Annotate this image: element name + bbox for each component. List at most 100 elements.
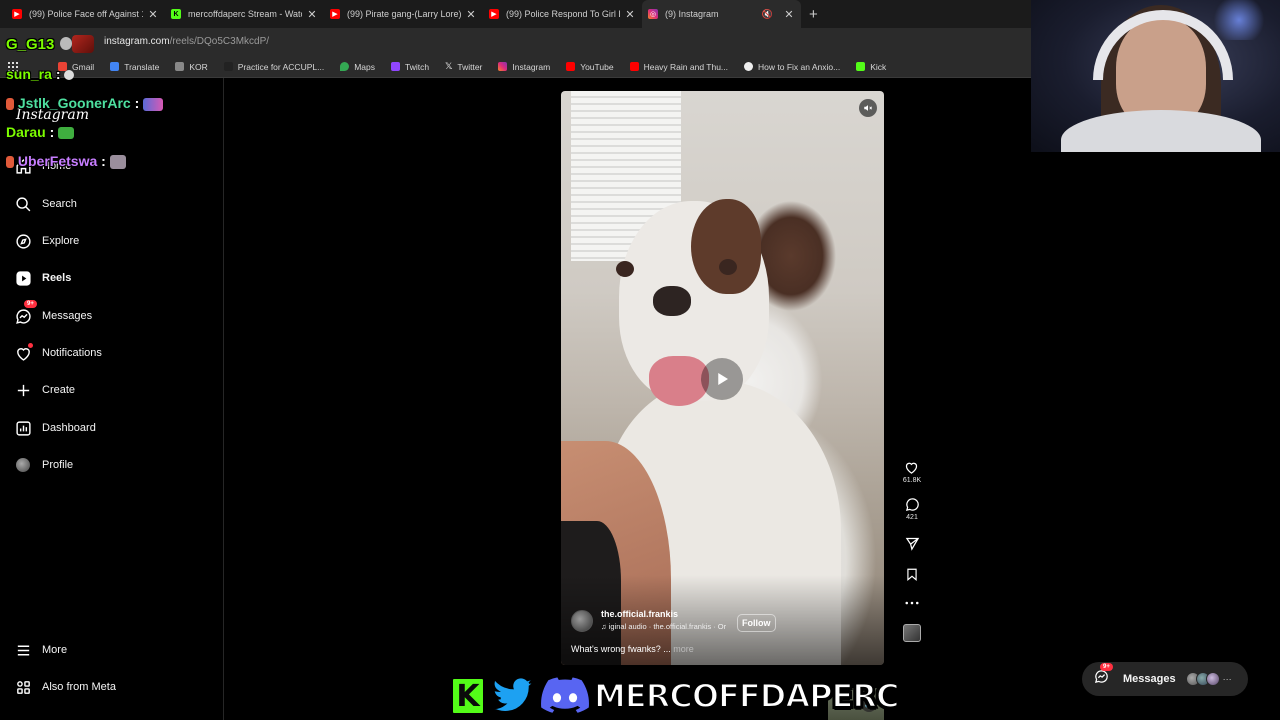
- messages-button[interactable]: 9+ Messages ···: [1082, 662, 1248, 696]
- audio-thumbnail[interactable]: [903, 624, 921, 642]
- address-bar[interactable]: instagram.com/reels/DQo5C3MkcdP/: [0, 28, 1031, 56]
- tab-title: (99) Pirate gang-(Larry Lore) - Y: [347, 9, 461, 19]
- sidebar-item-explore[interactable]: Explore: [14, 229, 79, 253]
- youtube-icon: ▶: [12, 9, 22, 19]
- close-tab-icon[interactable]: ✕: [147, 8, 159, 21]
- kick-icon: [856, 62, 866, 71]
- mute-icon[interactable]: [859, 99, 877, 117]
- bookmark-maps[interactable]: Maps: [340, 62, 375, 72]
- comment-count: 421: [906, 514, 918, 521]
- bookmarks-bar: Gmail Translate KOR Practice for ACCUPL.…: [0, 56, 1031, 78]
- kor-icon: [175, 62, 185, 71]
- search-icon: [14, 195, 32, 213]
- reel-author-username[interactable]: the.official.frankis: [601, 609, 678, 619]
- translate-icon: [110, 62, 120, 71]
- like-count: 61.8K: [902, 477, 922, 484]
- sidebar-item-search[interactable]: Search: [14, 192, 77, 216]
- bookmark-icon: [907, 568, 917, 582]
- browser-tab-2[interactable]: K mercoffdaperc Stream - Watch ✕: [165, 0, 324, 28]
- close-tab-icon[interactable]: ✕: [624, 8, 636, 21]
- youtube-icon: ▶: [330, 9, 340, 19]
- sidebar-item-notifications[interactable]: Notifications: [14, 341, 102, 365]
- plus-icon: [14, 381, 32, 399]
- comment-button[interactable]: 421: [905, 497, 920, 521]
- close-tab-icon[interactable]: ✕: [306, 8, 318, 21]
- chat-message: Darau :: [6, 124, 75, 140]
- streamer-webcam: [1031, 0, 1280, 152]
- sidebar-item-messages[interactable]: 9+ Messages: [14, 300, 92, 328]
- reel-author-avatar[interactable]: [571, 610, 593, 632]
- menu-icon: [14, 641, 32, 659]
- messenger-icon: 9+: [14, 300, 37, 325]
- caption-more-link[interactable]: more: [673, 644, 694, 654]
- emote-icon: [60, 37, 72, 50]
- sidebar-item-create[interactable]: Create: [14, 378, 75, 402]
- compass-icon: [14, 232, 32, 250]
- emote-icon: [143, 97, 164, 111]
- streamer-name: MERCOFFDAPERC: [593, 676, 901, 716]
- reel-video[interactable]: the.official.frankis ♫ iginal audio · th…: [561, 91, 884, 665]
- youtube-icon: [566, 62, 576, 71]
- more-options-button[interactable]: [905, 600, 919, 606]
- tab-title: (9) Instagram: [665, 9, 719, 19]
- twitter-bird-icon: [491, 676, 536, 713]
- chat-user: sun_ra: [6, 66, 52, 82]
- chat-message: UberFetswa :: [6, 153, 126, 170]
- bookmark-youtube[interactable]: YouTube: [566, 62, 614, 72]
- browser-tab-3[interactable]: ▶ (99) Pirate gang-(Larry Lore) - Y ✕: [324, 0, 483, 28]
- browser-tab-1[interactable]: ▶ (99) Police Face off Against 10- ✕: [6, 0, 165, 28]
- save-button[interactable]: [905, 567, 919, 582]
- browser-tab-instagram[interactable]: ◎ (9) Instagram 🔇 ✕: [642, 0, 801, 28]
- messages-badge: 9+: [24, 300, 37, 308]
- close-tab-icon[interactable]: ✕: [783, 8, 795, 21]
- instagram-icon: [498, 62, 508, 71]
- sidebar-item-profile[interactable]: Profile: [14, 453, 73, 477]
- comment-icon: [905, 498, 919, 512]
- tab-title: mercoffdaperc Stream - Watch: [188, 9, 302, 19]
- youtube-icon: [629, 62, 639, 71]
- bookmark-practice[interactable]: Practice for ACCUPL...: [223, 62, 324, 72]
- chat-message: Jstlk_GoonerArc :: [6, 95, 164, 111]
- kick-logo-icon: K: [450, 676, 486, 716]
- bookmark-twitch[interactable]: Twitch: [391, 62, 429, 72]
- reel-audio-label[interactable]: ♫ iginal audio · the.official.frankis · …: [601, 622, 736, 631]
- messenger-icon: 9+: [1094, 663, 1113, 689]
- bookmark-heavy-rain[interactable]: Heavy Rain and Thu...: [629, 62, 728, 72]
- bookmark-kick[interactable]: Kick: [856, 62, 886, 72]
- chat-user: Jstlk_GoonerArc: [17, 95, 131, 111]
- globe-icon: [744, 62, 754, 71]
- bookmark-instagram[interactable]: Instagram: [498, 62, 550, 72]
- browser-tab-bar: ▶ (99) Police Face off Against 10- ✕ K m…: [0, 0, 1031, 28]
- sidebar-item-also-from-meta[interactable]: Also from Meta: [14, 675, 116, 699]
- bookmark-anxiety[interactable]: How to Fix an Anxio...: [744, 62, 840, 72]
- audio-avatar: [903, 624, 921, 642]
- instagram-icon: ◎: [648, 9, 658, 19]
- follow-button[interactable]: Follow: [737, 614, 776, 632]
- reels-icon: [14, 269, 32, 287]
- play-icon[interactable]: [701, 358, 743, 400]
- heart-icon: [906, 462, 918, 474]
- browser-tab-4[interactable]: ▶ (99) Police Respond To Girl Bein ✕: [483, 0, 642, 28]
- sidebar-item-reels[interactable]: Reels: [14, 266, 71, 290]
- share-button[interactable]: [905, 536, 920, 551]
- kick-icon: K: [171, 9, 181, 19]
- sidebar-item-more[interactable]: More: [14, 638, 67, 662]
- new-tab-icon[interactable]: +: [809, 6, 818, 23]
- close-tab-icon[interactable]: ✕: [465, 8, 477, 21]
- bookmark-kor[interactable]: KOR: [175, 62, 208, 72]
- discord-icon: [540, 676, 590, 715]
- like-button[interactable]: 61.8K: [903, 460, 921, 484]
- chat-user: UberFetswa: [17, 153, 98, 169]
- more-horizontal-icon: [905, 601, 919, 605]
- x-logo-icon: 𝕏: [445, 61, 453, 71]
- bookmark-translate[interactable]: Translate: [110, 62, 159, 72]
- bookmark-twitter[interactable]: 𝕏 Twitter: [445, 61, 482, 72]
- url-text[interactable]: instagram.com/reels/DQo5C3MkcdP/: [104, 36, 269, 47]
- sidebar-item-dashboard[interactable]: Dashboard: [14, 416, 96, 440]
- streamer-banner: K MERCOFFDAPERC: [450, 672, 901, 720]
- messages-label: Messages: [1123, 673, 1176, 685]
- speaker-muted-icon[interactable]: 🔇: [762, 9, 773, 20]
- chat-user: Darau: [6, 124, 46, 140]
- overlay-username: G_G13: [6, 36, 55, 53]
- globe-icon: [223, 62, 233, 71]
